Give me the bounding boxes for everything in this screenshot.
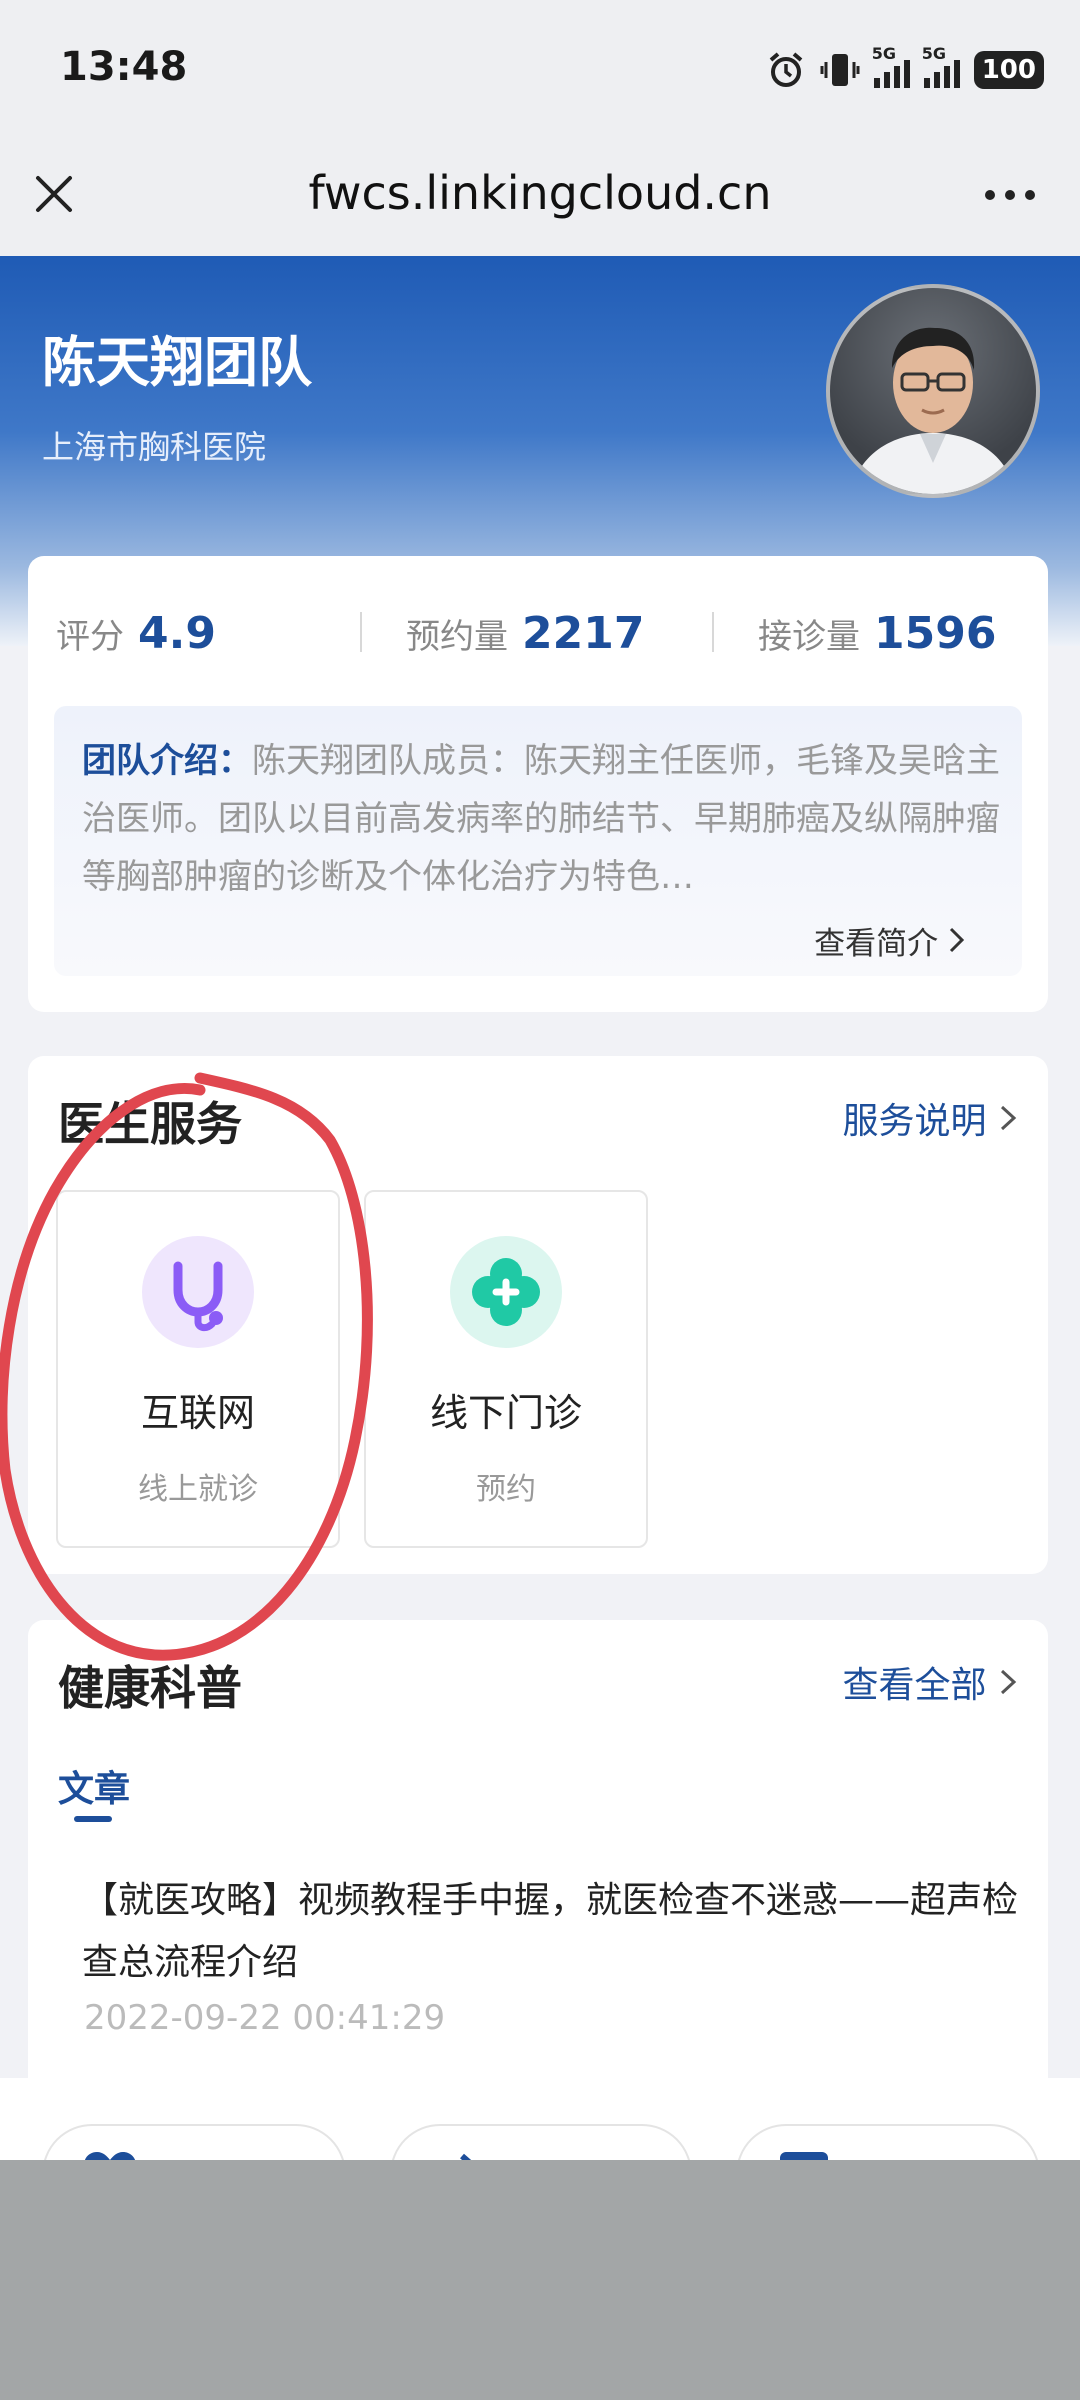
health-science-card: 健康科普 查看全部 文章 【就医攻略】视频教程手中握，就医检查不迷惑——超声检查… xyxy=(28,1620,1048,2080)
stat-divider xyxy=(712,612,714,652)
status-icons: 5G 5G 100 xyxy=(766,44,1044,92)
stat-divider xyxy=(360,612,362,652)
view-intro-label: 查看简介 xyxy=(814,926,939,962)
status-bar: 13:48 5G 5G 100 xyxy=(0,0,1080,140)
service-title: 互联网 xyxy=(140,1391,255,1435)
browser-bar: fwcs.linkingcloud.cn xyxy=(0,140,1080,256)
team-intro[interactable]: 团队介绍：陈天翔团队成员：陈天翔主任医师，毛锋及吴晗主治医师。团队以目前高发病率… xyxy=(54,706,1022,976)
tab-articles[interactable]: 文章 xyxy=(58,1760,130,1812)
view-intro-link[interactable]: 查看简介 xyxy=(814,918,966,963)
visits-stat: 接诊量 1596 xyxy=(758,608,996,659)
chevron-right-icon xyxy=(1000,1669,1017,1695)
view-all-link[interactable]: 查看全部 xyxy=(843,1656,1018,1708)
service-info-label: 服务说明 xyxy=(842,1101,987,1142)
view-all-label: 查看全部 xyxy=(842,1665,987,1706)
appointments-stat: 预约量 2217 xyxy=(406,608,644,659)
alarm-icon xyxy=(769,52,803,87)
vibrate-icon xyxy=(820,54,860,86)
service-info-link[interactable]: 服务说明 xyxy=(843,1092,1018,1144)
team-stats-card: 评分 4.9 预约量 2217 接诊量 1596 团队介绍：陈天翔团队成员：陈天翔主任… xyxy=(28,556,1048,1012)
signal-icon-2: 5G xyxy=(922,44,960,88)
chevron-right-icon xyxy=(949,927,965,953)
services-title: 医生服务 xyxy=(58,1097,242,1151)
rating-value: 4.9 xyxy=(138,608,216,659)
service-subtitle: 线上就诊 xyxy=(138,1472,258,1507)
article-title[interactable]: 【就医攻略】视频教程手中握，就医检查不迷惑——超声检查总流程介绍 xyxy=(82,1870,1032,1994)
service-subtitle: 预约 xyxy=(476,1472,536,1507)
doctor-portrait-icon xyxy=(850,327,1016,494)
article-date: 2022-09-22 00:41:29 xyxy=(84,1998,446,2038)
doctor-services-card: 医生服务 服务说明 互联网 线上就诊 线下门诊 预约 xyxy=(28,1056,1048,1574)
hospital-name: 上海市胸科医院 xyxy=(42,428,267,466)
network-label-2: 5G xyxy=(921,44,946,63)
appointments-label: 预约量 xyxy=(406,617,508,657)
more-icon[interactable] xyxy=(980,170,1040,220)
online-consultation-service[interactable]: 互联网 线上就诊 xyxy=(56,1190,340,1548)
page-url: fwcs.linkingcloud.cn xyxy=(308,166,772,220)
service-title: 线下门诊 xyxy=(429,1391,582,1435)
intro-label: 团队介绍： xyxy=(82,741,252,781)
appointments-value: 2217 xyxy=(522,608,645,659)
stethoscope-icon xyxy=(142,1236,254,1348)
intro-text: 团队介绍：陈天翔团队成员：陈天翔主任医师，毛锋及吴晗主治医师。团队以目前高发病率… xyxy=(82,732,1002,906)
rating-label: 评分 xyxy=(56,617,124,657)
health-title: 健康科普 xyxy=(58,1661,242,1715)
medical-cross-icon xyxy=(450,1236,562,1348)
bottom-overlay xyxy=(0,2160,1080,2400)
visits-value: 1596 xyxy=(874,608,997,659)
team-name: 陈天翔团队 xyxy=(42,331,312,394)
signal-icon: 5G xyxy=(872,44,910,88)
tab-indicator xyxy=(74,1816,112,1822)
rating-stat: 评分 4.9 xyxy=(56,608,216,659)
chevron-right-icon xyxy=(1000,1105,1017,1131)
status-time: 13:48 xyxy=(60,44,188,90)
network-label: 5G xyxy=(871,44,896,63)
avatar[interactable] xyxy=(826,284,1040,498)
visits-label: 接诊量 xyxy=(758,617,860,657)
battery-icon: 100 xyxy=(973,51,1044,89)
offline-clinic-service[interactable]: 线下门诊 预约 xyxy=(364,1190,648,1548)
